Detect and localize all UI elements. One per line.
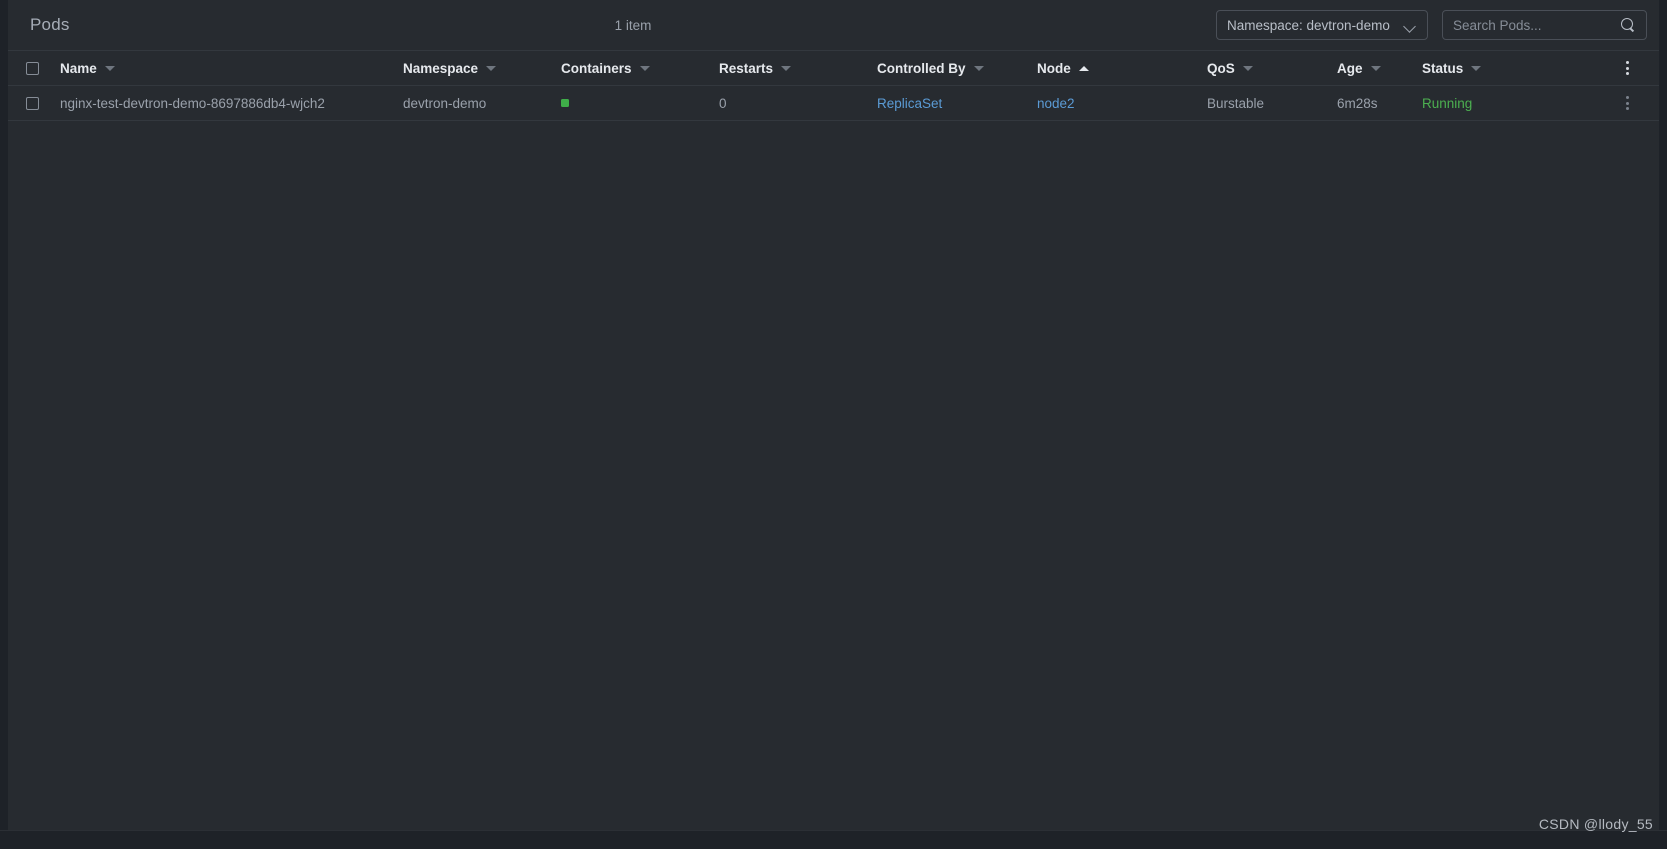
column-header-containers-label: Containers [561,60,632,76]
container-status-indicator-icon [561,99,569,107]
row-actions-kebab-icon[interactable] [1619,94,1635,112]
column-header-qos-label: QoS [1207,60,1235,76]
column-header-restarts[interactable]: Restarts [719,61,877,76]
pods-panel: Pods 1 item Namespace: devtron-demo Sear… [8,0,1659,830]
item-count: 1 item [614,17,652,33]
sort-caret-icon[interactable] [486,65,497,71]
cell-node: node2 [1037,96,1207,111]
select-all-checkbox[interactable] [26,61,39,75]
status-badge: Running [1422,95,1473,111]
cell-status: Running [1422,96,1542,111]
node-link[interactable]: node2 [1037,96,1075,111]
select-all-cell [26,61,60,75]
column-header-age[interactable]: Age [1337,61,1422,76]
sort-caret-icon[interactable] [639,65,650,71]
column-header-restarts-label: Restarts [719,60,774,76]
app-root: Pods 1 item Namespace: devtron-demo Sear… [0,0,1667,849]
controlled-by-link[interactable]: ReplicaSet [877,96,942,111]
watermark: CSDN @llody_55 [1538,816,1653,832]
column-header-qos[interactable]: QoS [1207,61,1337,76]
column-header-status[interactable]: Status [1422,61,1542,76]
chevron-down-icon [1404,19,1417,32]
column-header-name-label: Name [60,60,97,76]
column-header-node-label: Node [1037,60,1071,76]
top-bar: Pods 1 item Namespace: devtron-demo [8,0,1659,50]
sort-caret-icon[interactable] [973,65,984,71]
sort-caret-icon[interactable] [781,65,792,71]
page-title: Pods [30,15,70,34]
column-header-controlled-by-label: Controlled By [877,60,966,76]
table-header-row: Name Namespace Containers Restarts Contr… [8,50,1659,86]
cell-namespace: devtron-demo [403,95,487,111]
pods-table: Name Namespace Containers Restarts Contr… [8,50,1659,121]
column-header-name[interactable]: Name [60,61,403,76]
top-bar-controls: Namespace: devtron-demo [1216,10,1647,40]
namespace-select-label: Namespace: devtron-demo [1227,17,1390,33]
sort-caret-icon[interactable] [104,65,115,71]
column-header-age-label: Age [1337,60,1363,76]
column-header-containers[interactable]: Containers [561,61,719,76]
sort-caret-asc-icon[interactable] [1078,65,1089,71]
search-input[interactable] [1453,17,1617,33]
column-header-status-label: Status [1422,60,1464,76]
sort-caret-icon[interactable] [1471,65,1482,71]
row-select-cell [26,96,60,110]
sort-caret-icon[interactable] [1242,65,1253,71]
column-header-controlled-by[interactable]: Controlled By [877,61,1037,76]
table-row[interactable]: nginx-test-devtron-demo-8697886db4-wjch2… [8,86,1659,121]
column-options-cell [1542,59,1651,77]
cell-restarts: 0 [719,95,727,111]
cell-pod-name[interactable]: nginx-test-devtron-demo-8697886db4-wjch2 [60,96,403,111]
cell-containers [561,99,719,107]
column-header-namespace-label: Namespace [403,60,479,76]
row-select-checkbox[interactable] [26,96,39,110]
cell-qos: Burstable [1207,95,1265,111]
namespace-select[interactable]: Namespace: devtron-demo [1216,10,1428,40]
search-icon[interactable] [1621,17,1636,33]
column-header-node[interactable]: Node [1037,61,1207,76]
search-pods-box[interactable] [1442,10,1647,40]
bottom-strip [0,830,1667,849]
table-options-kebab-icon[interactable] [1619,59,1635,77]
cell-controlled-by: ReplicaSet [877,96,1037,111]
cell-age: 6m28s [1337,95,1378,111]
sort-caret-icon[interactable] [1370,65,1381,71]
column-header-namespace[interactable]: Namespace [403,61,561,76]
row-actions-cell [1542,94,1651,112]
